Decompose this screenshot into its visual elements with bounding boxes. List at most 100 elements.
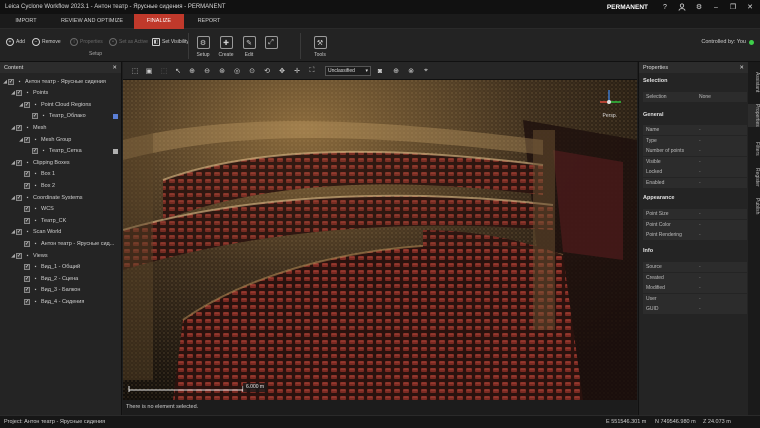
pointer-icon[interactable]: ↖	[173, 66, 183, 76]
tree-item-label: Mesh	[33, 124, 47, 131]
visibility-checkbox[interactable]: ✓	[32, 148, 38, 155]
side-tab-publish[interactable]: Publish	[748, 198, 760, 214]
side-tab-assistant[interactable]: Assistant	[748, 72, 760, 92]
visibility-checkbox[interactable]: ✓	[16, 90, 22, 97]
tools-button[interactable]: ⚒ Tools	[308, 32, 332, 58]
status-bar: Project: Антон театр - Ярусные сидения E…	[0, 415, 760, 428]
zoom-fit-icon[interactable]: ◎	[232, 66, 242, 76]
tree-item[interactable]: ✓ ▪ WCS	[0, 204, 122, 215]
visibility-checkbox[interactable]: ✓	[24, 101, 30, 108]
visibility-checkbox[interactable]: ✓	[16, 124, 22, 131]
properties-button[interactable]: i Properties	[70, 37, 103, 46]
visibility-checkbox[interactable]: ✓	[32, 113, 38, 120]
tree-item[interactable]: ✓ ▪ Антон театр - Ярусные сид...	[0, 238, 122, 249]
selection-row: Selection None	[643, 92, 747, 102]
tree-item[interactable]: ◢ ✓ ▪ Антон театр - Ярусные сидения	[0, 76, 122, 87]
settings-gear-icon[interactable]: ⚙	[692, 1, 706, 13]
tree-item[interactable]: ✓ ▪ Театр_Облако	[0, 111, 122, 122]
tree-item[interactable]: ◢ ✓ ▪ Scan World	[0, 227, 122, 238]
side-tab-register[interactable]: Register	[748, 168, 760, 187]
close-panel-icon[interactable]: ✕	[112, 65, 117, 71]
projection-label[interactable]: Persp.	[603, 113, 617, 119]
visibility-checkbox[interactable]: ✓	[24, 182, 30, 189]
select-rect-icon[interactable]: ⬚	[130, 66, 140, 76]
pan-icon[interactable]: ✥	[277, 66, 287, 76]
scanworld-icon: ▪	[26, 229, 29, 236]
visibility-checkbox[interactable]: ✓	[24, 240, 30, 247]
zoom-in-icon[interactable]: ⊕	[187, 66, 197, 76]
close-panel-icon[interactable]: ✕	[739, 65, 744, 71]
visibility-checkbox[interactable]: ✓	[16, 229, 22, 236]
add-button[interactable]: + Add	[6, 37, 25, 46]
tree-item[interactable]: ◢ ✓ ▪ Mesh Group	[0, 134, 122, 145]
zoom-region-icon[interactable]: ⊛	[217, 66, 227, 76]
tree-item[interactable]: ✓ ▪ Box 1	[0, 169, 122, 180]
remove-button[interactable]: − Remove	[32, 37, 61, 46]
box-icon: ▪	[34, 171, 37, 178]
tree-item[interactable]: ◢ ✓ ▪ Point Cloud Regions	[0, 99, 122, 110]
side-tab-properties[interactable]: Properties	[748, 104, 760, 127]
select-fence-icon[interactable]: ⬚	[159, 66, 169, 76]
point-cloud-render[interactable]	[123, 80, 637, 400]
side-tab-filters[interactable]: Filters	[748, 142, 760, 156]
set-as-active-button[interactable]: • Set as Active	[109, 37, 148, 46]
minimize-button[interactable]: –	[709, 1, 723, 13]
edit-button[interactable]: ✎ Edit	[238, 32, 260, 58]
view-icon: ▪	[34, 287, 37, 294]
3d-viewport[interactable]: 6.000 m Persp.	[123, 80, 637, 400]
help-icon[interactable]: ?	[658, 1, 672, 13]
set-visibility-button[interactable]: ◧ Set Visibility	[152, 37, 189, 46]
tree-item[interactable]: ✓ ▪ Вид_1 - Общий	[0, 262, 122, 273]
close-button[interactable]: ✕	[743, 1, 757, 13]
visibility-checkbox[interactable]: ✓	[8, 78, 14, 85]
tree-item[interactable]: ◢ ✓ ▪ Points	[0, 88, 122, 99]
tree-item[interactable]: ◢ ✓ ▪ Clipping Boxes	[0, 157, 122, 168]
create-button[interactable]: ✚ Create	[215, 32, 237, 58]
tree-item[interactable]: ✓ ▪ Вид_3 - Балкон	[0, 285, 122, 296]
tab-review-and-optimize[interactable]: REVIEW AND OPTIMIZE	[52, 14, 132, 29]
edit-alt-button[interactable]: ⤢	[260, 32, 282, 58]
tab-finalize[interactable]: FINALIZE	[134, 14, 184, 29]
restore-button[interactable]: ❐	[726, 1, 740, 13]
tree-item[interactable]: ◢ ✓ ▪ Coordinate Systems	[0, 192, 122, 203]
seek-icon[interactable]: ✛	[292, 66, 302, 76]
tree-item[interactable]: ✓ ▪ Вид_4 - Сидения	[0, 296, 122, 307]
setup-group-label: Setup	[89, 51, 103, 57]
visibility-checkbox[interactable]: ✓	[24, 287, 30, 294]
color-swatch[interactable]	[113, 113, 118, 119]
status-dot-icon	[749, 39, 754, 45]
setup-button[interactable]: ⚙ Setup	[192, 32, 214, 58]
visibility-checkbox[interactable]: ✓	[24, 217, 30, 224]
camera-icon[interactable]: ◙	[375, 66, 385, 76]
tree-item[interactable]: ◢ ✓ ▪ Views	[0, 250, 122, 261]
property-row: Point Size -	[643, 209, 747, 219]
account-icon[interactable]	[675, 1, 689, 13]
tree-item[interactable]: ✓ ▪ Театр_CK	[0, 215, 122, 226]
visibility-checkbox[interactable]: ✓	[16, 194, 22, 201]
color-swatch[interactable]	[113, 148, 118, 154]
visibility-checkbox[interactable]: ✓	[24, 206, 30, 213]
tree-item[interactable]: ✓ ▪ Вид_2 - Сцена	[0, 273, 122, 284]
zoom-out-icon[interactable]: ⊖	[202, 66, 212, 76]
visibility-checkbox[interactable]: ✓	[24, 275, 30, 282]
select-box-icon[interactable]: ▣	[144, 66, 154, 76]
visibility-checkbox[interactable]: ✓	[24, 298, 30, 305]
tree-item[interactable]: ◢ ✓ ▪ Mesh	[0, 122, 122, 133]
zoom-extents-icon[interactable]: ⊙	[247, 66, 257, 76]
visibility-checkbox[interactable]: ✓	[24, 171, 30, 178]
tree-item[interactable]: ✓ ▪ Box 2	[0, 180, 122, 191]
fit-view-icon[interactable]: ⛶	[307, 66, 317, 76]
visibility-checkbox[interactable]: ✓	[16, 159, 22, 166]
tab-report[interactable]: REPORT	[186, 14, 232, 29]
visibility-checkbox[interactable]: ✓	[24, 264, 30, 271]
tree-item[interactable]: ✓ ▪ Театр_Сетка	[0, 146, 122, 157]
classification-dropdown[interactable]: Unclassified ▾	[325, 66, 371, 76]
visibility-checkbox[interactable]: ✓	[16, 252, 22, 259]
sphere-grid-icon[interactable]: ⊗	[406, 66, 416, 76]
visibility-checkbox[interactable]: ✓	[24, 136, 30, 143]
tab-import[interactable]: IMPORT	[0, 14, 52, 29]
globe-icon[interactable]: ⊕	[391, 66, 401, 76]
crosshair-icon[interactable]: ⌖	[421, 66, 431, 76]
create-icon: ✚	[219, 36, 233, 49]
orbit-icon[interactable]: ⟲	[262, 66, 272, 76]
